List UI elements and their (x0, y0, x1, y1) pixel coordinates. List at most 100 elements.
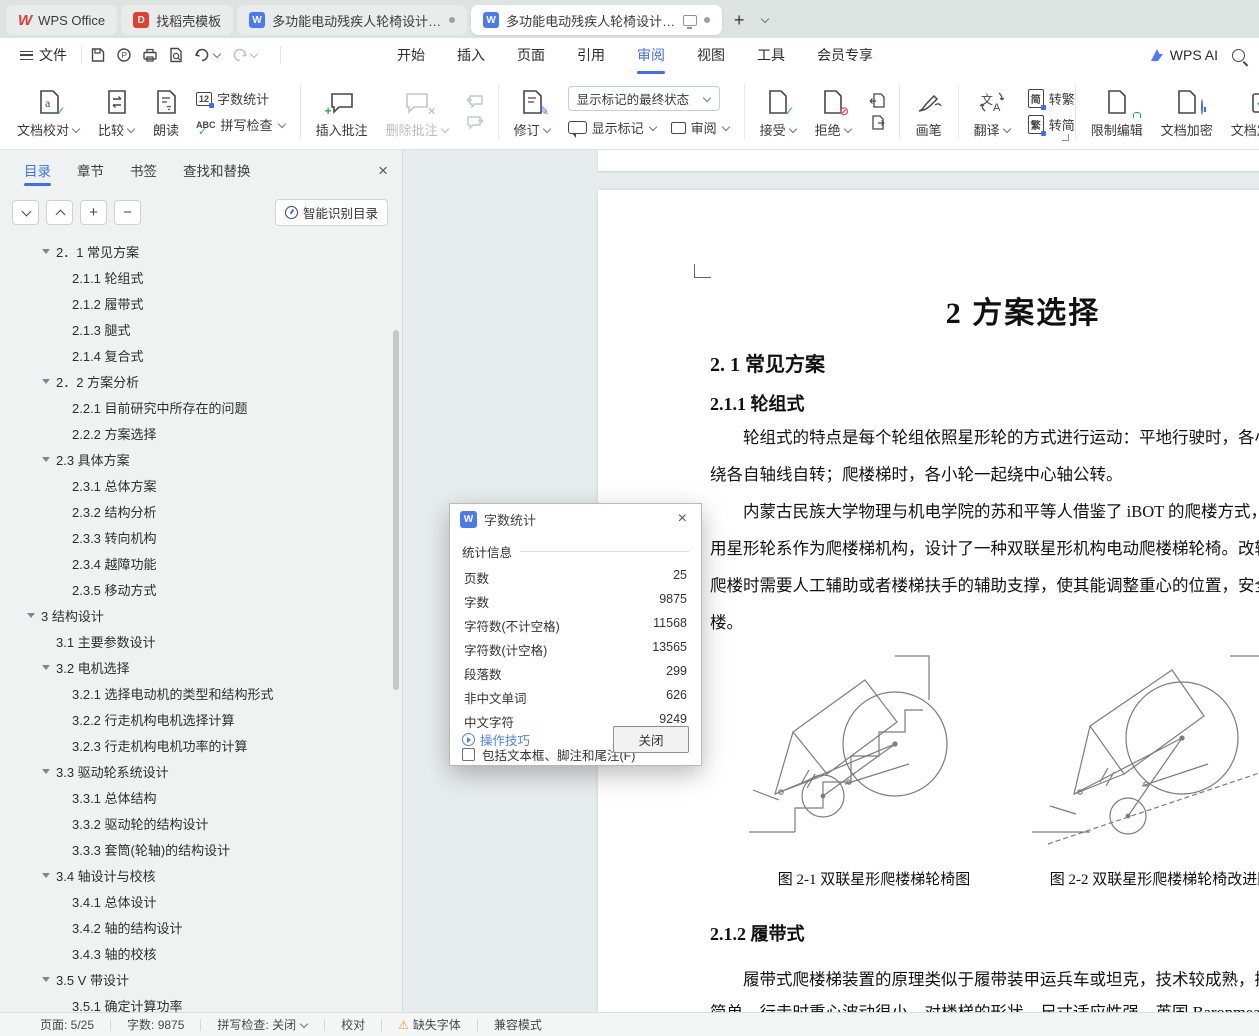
tab-document-2-active[interactable]: W 多功能电动残疾人轮椅设计 毕 (471, 5, 723, 35)
markup-state-select[interactable]: 显示标记的最终状态 (567, 86, 720, 111)
collapse-all-button[interactable] (46, 199, 73, 225)
tab-wps-home[interactable]: W WPS Office (6, 5, 118, 35)
tab-docer-template[interactable]: D 找稻壳模板 (121, 5, 234, 35)
menu-tools[interactable]: 工具 (745, 40, 797, 70)
track-changes-button[interactable]: ✎ 修订 (505, 76, 560, 147)
menu-review-active[interactable]: 审阅 (625, 40, 677, 70)
sidebar-tab-chapters[interactable]: 章节 (77, 152, 104, 188)
outline-item[interactable]: 2.1.4 复合式 (0, 342, 402, 368)
sidebar-tab-bookmarks[interactable]: 书签 (130, 152, 157, 188)
accept-revision-button[interactable]: ✓ 接受 (751, 76, 806, 147)
tab-document-1[interactable]: W 多功能电动残疾人轮椅设计 任务书 (237, 5, 468, 35)
spell-check-button[interactable]: ABC ✓ 拼写检查 (196, 115, 286, 138)
outline-item[interactable]: 3.4.1 总体设计 (0, 888, 402, 914)
outline-item[interactable]: 2.3.1 总体方案 (0, 472, 402, 498)
outline-item[interactable]: 2.1.2 履带式 (0, 290, 402, 316)
zoom-out-outline-button[interactable]: − (114, 199, 141, 225)
export-pdf-button[interactable]: P (116, 47, 132, 63)
outline-item[interactable]: 3.4 轴设计与校核 (0, 862, 402, 888)
file-menu-button[interactable]: 文件 (14, 41, 73, 69)
menu-member[interactable]: 会员专享 (805, 40, 885, 70)
outline-item[interactable]: 3.1 主要参数设计 (0, 628, 402, 654)
menu-view[interactable]: 视图 (685, 40, 737, 70)
dialog-close-button[interactable]: 关闭 (613, 726, 689, 753)
print-preview-button[interactable] (168, 47, 184, 63)
outline-item[interactable]: 2．1 常见方案 (0, 238, 402, 264)
show-markup-button[interactable]: 显示标记 (567, 118, 657, 138)
collapse-triangle-icon[interactable] (42, 769, 56, 774)
outline-item[interactable]: 3.4.3 轴的校核 (0, 940, 402, 966)
previous-revision-button[interactable] (869, 93, 885, 108)
reject-revision-button[interactable]: ⊘ 拒绝 (806, 76, 861, 147)
outline-item[interactable]: 2.3.5 移动方式 (0, 576, 402, 602)
tips-link[interactable]: 操作技巧 (462, 730, 530, 749)
insert-comment-button[interactable]: + 插入批注 (307, 76, 377, 147)
next-revision-button[interactable] (869, 115, 885, 130)
outline-item[interactable]: 3.4.2 轴的结构设计 (0, 914, 402, 940)
menu-page[interactable]: 页面 (505, 40, 557, 70)
sidebar-scrollbar-thumb[interactable] (393, 330, 399, 690)
undo-dropdown-icon[interactable] (213, 51, 221, 59)
outline-item[interactable]: 2.3 具体方案 (0, 446, 402, 472)
ink-pen-button[interactable]: 画笔 (906, 76, 952, 147)
sidebar-tab-contents[interactable]: 目录 (24, 152, 51, 188)
compare-button[interactable]: 比较 (89, 76, 144, 147)
search-icon[interactable] (1232, 48, 1245, 62)
outline-item[interactable]: 3.2.1 选择电动机的类型和结构形式 (0, 680, 402, 706)
collapse-triangle-icon[interactable] (42, 873, 56, 878)
zoom-in-outline-button[interactable]: + (80, 199, 107, 225)
doc-proof-button[interactable]: a ✓ 文档校对 (8, 76, 89, 147)
translate-button[interactable]: 文A 翻译 (965, 76, 1020, 147)
finalize-document-button[interactable]: 文档定稿 (1222, 76, 1259, 147)
encrypt-document-button[interactable]: 文档加密 (1152, 76, 1222, 147)
review-pane-button[interactable]: 审阅 (670, 118, 730, 137)
outline-item[interactable]: 3.2.2 行走机构电机选择计算 (0, 706, 402, 732)
outline-item[interactable]: 2.3.4 越障功能 (0, 550, 402, 576)
status-page-number[interactable]: 页面: 5/25 (40, 1016, 110, 1033)
outline-item[interactable]: 2.2.1 目前研究中所存在的问题 (0, 394, 402, 420)
status-spell-check[interactable]: 拼写检查: 关闭 (201, 1016, 324, 1033)
status-missing-font[interactable]: ⚠ 缺失字体 (382, 1016, 477, 1033)
new-tab-button[interactable]: + (726, 7, 752, 33)
status-compat-mode[interactable]: 兼容模式 (478, 1016, 558, 1033)
smart-toc-button[interactable]: 智能识别目录 (274, 198, 388, 226)
wps-ai-button[interactable]: WPS AI (1149, 47, 1218, 63)
outline-item[interactable]: 2.1.3 腿式 (0, 316, 402, 342)
expand-all-button[interactable] (12, 199, 39, 225)
save-button[interactable] (90, 47, 106, 63)
outline-item[interactable]: 2．2 方案分析 (0, 368, 402, 394)
read-aloud-button[interactable]: 朗读 (144, 76, 188, 147)
sidebar-close-icon[interactable]: × (378, 162, 388, 179)
outline-item[interactable]: 3.2.3 行走机构电机功率的计算 (0, 732, 402, 758)
outline-item[interactable]: 2.3.2 结构分析 (0, 498, 402, 524)
word-count-button[interactable]: 12 字数统计 (196, 89, 286, 108)
print-button[interactable] (142, 47, 158, 63)
outline-item[interactable]: 3.3.1 总体结构 (0, 784, 402, 810)
dialog-title-bar[interactable]: W 字数统计 × (450, 504, 701, 534)
collapse-triangle-icon[interactable] (42, 665, 56, 670)
outline-item[interactable]: 2.3.3 转向机构 (0, 524, 402, 550)
outline-item[interactable]: 3 结构设计 (0, 602, 402, 628)
sidebar-tab-find-replace[interactable]: 查找和替换 (183, 152, 251, 188)
outline-item[interactable]: 3.3.2 驱动轮的结构设计 (0, 810, 402, 836)
status-word-count[interactable]: 字数: 9875 (111, 1016, 200, 1033)
tab-list-chevron[interactable] (752, 7, 778, 33)
menu-reference[interactable]: 引用 (565, 40, 617, 70)
menu-insert[interactable]: 插入 (445, 40, 497, 70)
outline-item[interactable]: 3.3 驱动轮系统设计 (0, 758, 402, 784)
collapse-triangle-icon[interactable] (27, 613, 41, 618)
undo-button[interactable] (194, 48, 221, 63)
outline-item[interactable]: 3.5 V 带设计 (0, 966, 402, 992)
traditional-to-simplified-button[interactable]: 繁 转简 (1027, 115, 1075, 136)
simplified-to-traditional-button[interactable]: 简 转繁 (1027, 89, 1075, 110)
menu-home[interactable]: 开始 (385, 40, 437, 70)
collapse-triangle-icon[interactable] (42, 379, 56, 384)
restrict-editing-button[interactable]: 限制编辑 (1082, 76, 1152, 147)
outline-item[interactable]: 2.1.1 轮组式 (0, 264, 402, 290)
outline-item[interactable]: 3.3.3 套筒(轮轴)的结构设计 (0, 836, 402, 862)
outline-item[interactable]: 3.5.1 确定计算功率 (0, 992, 402, 1013)
collapse-triangle-icon[interactable] (42, 457, 56, 462)
outline-item[interactable]: 2.2.2 方案选择 (0, 420, 402, 446)
collapse-triangle-icon[interactable] (42, 249, 56, 254)
collapse-triangle-icon[interactable] (42, 977, 56, 982)
